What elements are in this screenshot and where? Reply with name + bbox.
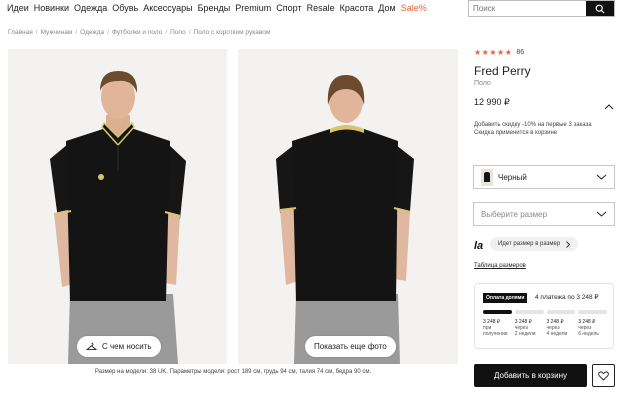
size-select[interactable]: Выберите размер — [473, 202, 615, 226]
nav-item-shoes[interactable]: Обувь — [112, 3, 138, 13]
model-back-image — [276, 75, 414, 364]
heart-icon — [598, 370, 609, 381]
discount-promo: Добавить скидку -10% на первые 3 заказа … — [474, 121, 614, 137]
promo-line-1: Добавить скидку -10% на первые 3 заказа — [474, 122, 592, 128]
breadcrumb-item[interactable]: Поло — [170, 29, 186, 36]
chevron-right-icon — [566, 240, 571, 248]
search-button[interactable] — [586, 1, 614, 16]
search-input[interactable] — [469, 1, 586, 16]
hanger-icon — [86, 342, 97, 351]
lamoda-logo: la — [474, 240, 484, 252]
price-details-toggle[interactable] — [604, 97, 614, 115]
installment-when: 6 недель — [578, 331, 599, 337]
installments-schedule: 3 248 ₽ при получении 3 248 ₽ через 2 не… — [483, 319, 607, 337]
model-size-caption: Размер на модели: 38 UK. Параметры модел… — [94, 369, 372, 375]
chevron-up-icon — [604, 104, 614, 110]
breadcrumb: Главная / Мужчинам / Одежда / Футболки и по… — [8, 29, 270, 36]
top-nav: Идеи Новинки Одежда Обувь Аксессуары Бре… — [7, 3, 427, 13]
nav-item-beauty[interactable]: Красота — [340, 3, 374, 13]
breadcrumb-separator: / — [165, 29, 168, 36]
nav-item-sport[interactable]: Спорт — [276, 3, 301, 13]
size-fit-label: Идет размер в размер — [498, 241, 561, 247]
nav-item-resale[interactable]: Resale — [307, 3, 335, 13]
color-select[interactable]: Черный — [473, 165, 615, 189]
nav-item-accessories[interactable]: Аксессуары — [143, 3, 192, 13]
color-swatch — [481, 168, 493, 186]
nav-item-premium[interactable]: Premium — [235, 3, 271, 13]
installment-bar — [578, 310, 607, 314]
product-brand[interactable]: Fred Perry — [474, 64, 531, 78]
installment-when: 4 недели — [546, 331, 568, 337]
styling-button[interactable]: С чем носить — [77, 336, 161, 357]
styling-button-label: С чем носить — [102, 342, 152, 351]
model-front-image — [50, 71, 186, 364]
nav-item-brands[interactable]: Бренды — [198, 3, 231, 13]
breadcrumb-separator: / — [75, 29, 78, 36]
search-bar — [468, 0, 615, 17]
chevron-down-icon — [596, 174, 607, 180]
installment-item: 3 248 ₽ через 2 недели — [515, 319, 544, 337]
favorite-button[interactable] — [592, 364, 615, 387]
nav-item-ideas[interactable]: Идеи — [7, 3, 29, 13]
nav-item-sale[interactable]: Sale% — [401, 3, 427, 13]
installment-item: 3 248 ₽ через 6 недель — [578, 319, 607, 337]
breadcrumb-item[interactable]: Поло с коротким рукавом — [194, 29, 271, 36]
product-photo-front[interactable] — [8, 49, 227, 364]
installment-item: 3 248 ₽ при получении — [483, 319, 512, 337]
installments-badge: Оплата долями — [483, 293, 528, 303]
installment-bar — [514, 310, 544, 314]
product-rating[interactable]: ★★★★★ 86 — [474, 48, 524, 57]
chevron-down-icon — [596, 211, 607, 217]
product-category: Поло — [474, 80, 491, 87]
search-icon — [595, 4, 605, 13]
product-photo-back[interactable] — [238, 49, 458, 364]
installments-progress — [483, 310, 607, 314]
nav-item-new[interactable]: Новинки — [34, 3, 69, 13]
nav-item-clothing[interactable]: Одежда — [74, 3, 107, 13]
rating-count: 86 — [516, 49, 525, 56]
installment-bar — [483, 310, 512, 314]
installments-title: 4 платежа по 3 248 ₽ — [535, 294, 599, 301]
more-photos-button[interactable]: Показать еще фото — [305, 336, 396, 357]
breadcrumb-item[interactable]: Главная — [8, 29, 33, 36]
shirt-thumbnail-icon — [484, 172, 490, 182]
add-to-cart-button[interactable]: Добавить в корзину — [474, 364, 587, 387]
nav-item-home[interactable]: Дом — [378, 3, 395, 13]
installment-when: 2 недели — [514, 331, 536, 337]
more-photos-label: Показать еще фото — [314, 342, 387, 351]
breadcrumb-separator: / — [107, 29, 109, 36]
rating-stars: ★★★★★ — [474, 48, 513, 57]
size-fit-pill[interactable]: Идет размер в размер — [490, 237, 579, 251]
installment-item: 3 248 ₽ через 4 недели — [547, 319, 576, 337]
product-price: 12 990 ₽ — [474, 97, 510, 107]
installment-when: получении — [483, 331, 508, 337]
breadcrumb-item[interactable]: Футболки и поло — [112, 29, 162, 36]
breadcrumb-separator: / — [35, 29, 38, 36]
breadcrumb-separator: / — [188, 29, 191, 36]
breadcrumb-item[interactable]: Одежда — [80, 29, 104, 36]
breadcrumb-item[interactable]: Мужчинам — [41, 29, 73, 36]
color-select-value: Черный — [498, 172, 527, 182]
size-table-link[interactable]: Таблица размеров — [474, 263, 526, 269]
installment-bar — [546, 310, 576, 314]
size-select-placeholder: Выберите размер — [481, 209, 548, 219]
promo-line-2: Скидка применится в корзине — [474, 130, 558, 136]
installments-widget[interactable]: Оплата долями 4 платежа по 3 248 ₽ 3 248… — [474, 283, 614, 349]
